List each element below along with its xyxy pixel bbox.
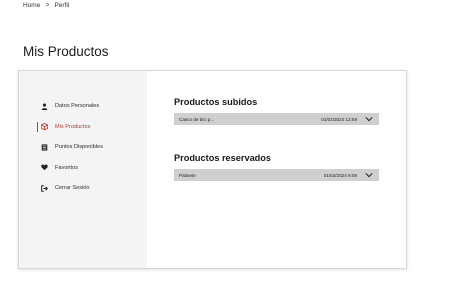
product-name: Patinete <box>179 172 196 178</box>
breadcrumb-current[interactable]: Perfil <box>54 2 69 9</box>
box-icon <box>41 123 48 131</box>
profile-panel: Datos Personales Mis Productos Puntos Di… <box>18 70 407 269</box>
breadcrumb: Home > Perfil <box>23 2 69 9</box>
uploaded-products-title: Productos subidos <box>174 97 258 107</box>
user-icon <box>41 103 48 110</box>
breadcrumb-separator: > <box>45 2 50 9</box>
sidebar: Datos Personales Mis Productos Puntos Di… <box>19 71 147 268</box>
logout-icon <box>41 184 48 192</box>
sidebar-item-favoritos[interactable]: Favoritos <box>19 158 147 179</box>
reserved-product-row[interactable]: Patinete 01/02/2024 9:09 <box>174 169 379 181</box>
points-icon <box>41 144 48 151</box>
product-name: Casco de bici p... <box>179 116 215 122</box>
sidebar-item-cerrar-sesion[interactable]: Cerrar Sesión <box>19 178 147 199</box>
breadcrumb-home-link[interactable]: Home <box>23 2 40 9</box>
sidebar-item-datos-personales[interactable]: Datos Personales <box>19 96 147 117</box>
chevron-down-icon[interactable] <box>365 116 373 122</box>
product-date: 01/02/2024 9:09 <box>323 172 357 178</box>
heart-icon <box>41 164 48 171</box>
sidebar-item-mis-productos[interactable]: Mis Productos <box>19 117 147 138</box>
sidebar-item-label: Datos Personales <box>55 103 100 110</box>
sidebar-item-label: Mis Productos <box>55 123 91 130</box>
reserved-products-title: Productos reservados <box>174 153 272 163</box>
chevron-down-icon[interactable] <box>365 172 373 178</box>
sidebar-item-label: Puntos Disponibles <box>55 144 103 151</box>
page-title: Mis Productos <box>23 44 109 59</box>
products-main: Productos subidos Casco de bici p... 01/… <box>147 71 406 268</box>
sidebar-item-label: Favoritos <box>55 164 79 171</box>
uploaded-product-row[interactable]: Casco de bici p... 01/02/2024 13:59 <box>174 113 379 125</box>
product-date: 01/02/2024 13:59 <box>321 116 357 122</box>
sidebar-item-label: Cerrar Sesión <box>55 185 90 192</box>
sidebar-item-puntos-disponibles[interactable]: Puntos Disponibles <box>19 137 147 158</box>
